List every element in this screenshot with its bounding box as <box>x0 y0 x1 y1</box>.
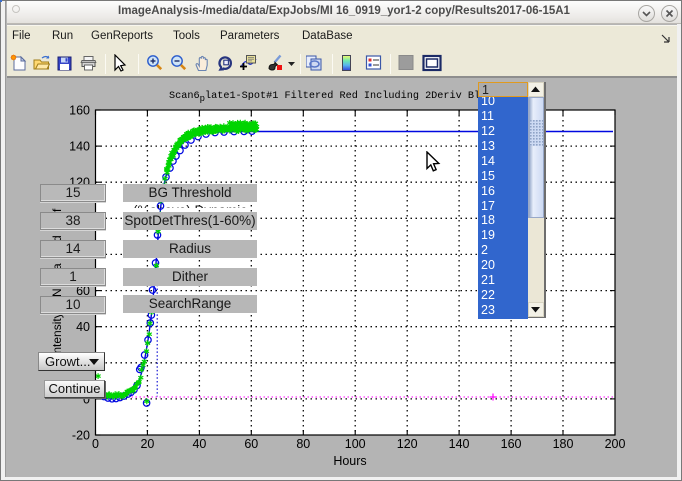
svg-text:100: 100 <box>345 437 366 451</box>
svg-text:160: 160 <box>501 437 522 451</box>
svg-text:40: 40 <box>76 320 90 334</box>
svg-text:Scan6plate1-Spot#1 Filtered Re: Scan6plate1-Spot#1 Filtered Red Includin… <box>169 90 492 104</box>
svg-text:20: 20 <box>140 437 154 451</box>
svg-text:-20: -20 <box>72 429 90 443</box>
svg-text:80: 80 <box>296 437 310 451</box>
svg-text:120: 120 <box>397 437 418 451</box>
svg-text:60: 60 <box>244 437 258 451</box>
svg-text:200: 200 <box>605 437 626 451</box>
svg-text:180: 180 <box>553 437 574 451</box>
svg-text:Hours: Hours <box>333 454 366 468</box>
svg-text:140: 140 <box>69 140 90 154</box>
svg-text:0: 0 <box>92 437 99 451</box>
svg-text:40: 40 <box>192 437 206 451</box>
svg-text:140: 140 <box>449 437 470 451</box>
svg-text:160: 160 <box>69 104 90 118</box>
svg-text:Intensity: Intensity <box>50 312 64 357</box>
